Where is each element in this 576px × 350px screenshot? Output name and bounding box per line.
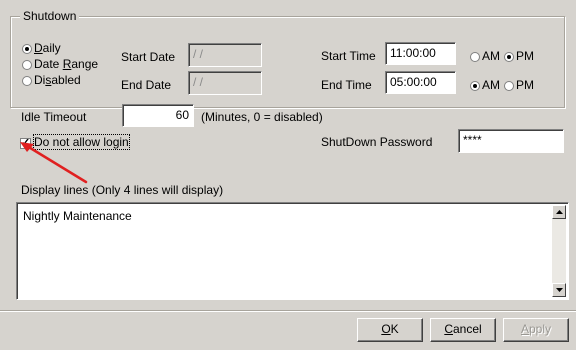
display-lines-text: Nightly Maintenance [23,209,132,223]
display-lines-textarea[interactable]: Nightly Maintenance [16,202,569,300]
scroll-up-button[interactable] [552,205,566,219]
footer-separator [0,310,576,312]
shutdown-group-label: Shutdown [20,9,80,23]
disabled-radio[interactable] [22,76,32,86]
end-am-label[interactable]: AM [482,78,500,92]
chevron-up-icon [556,210,563,214]
end-time-field[interactable]: 05:00:00 [385,71,456,94]
daily-radio[interactable] [22,44,32,54]
start-pm-radio[interactable] [504,52,514,62]
start-date-field[interactable]: / / [188,43,262,67]
date-range-radio-label[interactable]: Date Range [34,57,98,71]
shutdown-password-field[interactable]: **** [458,129,564,153]
idle-timeout-hint: (Minutes, 0 = disabled) [201,110,323,124]
start-date-label: Start Date [121,50,176,64]
chevron-down-icon [556,288,563,292]
end-am-radio[interactable] [470,81,480,91]
ok-button[interactable]: OK [357,318,423,342]
display-lines-scrollbar[interactable] [552,205,566,297]
disabled-radio-label[interactable]: Disabled [34,73,81,87]
display-lines-label: Display lines (Only 4 lines will display… [21,183,224,197]
start-am-label[interactable]: AM [482,49,500,63]
annotation-arrow [20,142,88,184]
cancel-button[interactable]: Cancel [430,318,496,342]
end-time-label: End Time [321,78,372,92]
idle-timeout-label: Idle Timeout [21,110,87,124]
start-pm-label[interactable]: PM [516,49,534,63]
start-time-field[interactable]: 11:00:00 [385,42,456,65]
end-pm-label[interactable]: PM [516,78,534,92]
idle-timeout-field[interactable]: 60 [122,104,194,127]
shutdown-password-label: ShutDown Password [321,135,433,149]
end-date-label: End Date [121,78,172,92]
end-pm-radio[interactable] [504,81,514,91]
daily-radio-label[interactable]: Daily [34,41,61,55]
start-time-label: Start Time [321,49,376,63]
apply-button[interactable]: Apply [503,318,569,342]
end-date-field[interactable]: / / [188,71,262,95]
scroll-down-button[interactable] [552,283,566,297]
start-am-radio[interactable] [470,52,480,62]
date-range-radio[interactable] [22,60,32,70]
